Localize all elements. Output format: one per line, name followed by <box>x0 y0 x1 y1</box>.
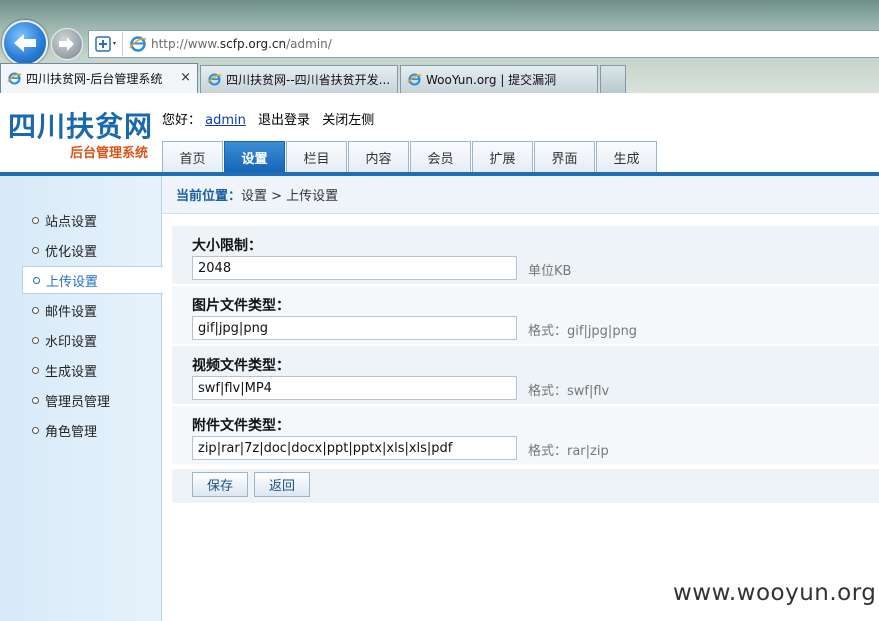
close-tab-icon[interactable]: × <box>180 70 191 85</box>
breadcrumb: 当前位置： 设置 > 上传设置 <box>162 176 879 214</box>
nav-tab-content[interactable]: 内容 <box>348 141 409 172</box>
nav-tab-extensions[interactable]: 扩展 <box>472 141 533 172</box>
form-actions: 保存 返回 <box>172 469 879 503</box>
browser-tab-wooyun[interactable]: WooYun.org | 提交漏洞 <box>400 65 598 93</box>
attachment-types-input[interactable] <box>192 436 517 460</box>
url-text[interactable]: http://www.scfp.org.cn/admin/ <box>151 37 332 51</box>
form-row-size-limit: 大小限制： 单位KB <box>172 226 879 285</box>
sidebar-item-label: 管理员管理 <box>45 394 111 410</box>
sidebar-item-role-management[interactable]: 角色管理 <box>22 416 162 444</box>
field-label: 附件文件类型： <box>192 418 290 434</box>
field-hint: 格式：rar|zip <box>528 444 609 459</box>
form-row-image-types: 图片文件类型： 格式：gif|jpg|png <box>172 286 879 345</box>
tab-title: 四川扶贫网--四川省扶贫开发... <box>226 73 391 87</box>
compatibility-view-icon[interactable] <box>91 32 123 56</box>
username-link[interactable]: admin <box>205 113 246 128</box>
close-left-link[interactable]: 关闭左侧 <box>322 113 374 128</box>
nav-tab-columns[interactable]: 栏目 <box>286 141 347 172</box>
arrow-right-icon <box>59 37 74 51</box>
bullet-icon <box>32 396 39 404</box>
nav-tab-interface[interactable]: 界面 <box>534 141 595 172</box>
admin-page: 四川扶贫网 后台管理系统 您好： admin 退出登录 关闭左侧 首页 设置 栏… <box>0 93 879 621</box>
sidebar-item-admin-management[interactable]: 管理员管理 <box>22 386 162 414</box>
field-hint: 单位KB <box>528 264 572 279</box>
bullet-icon <box>32 426 39 434</box>
browser-back-button[interactable] <box>2 20 48 66</box>
sidebar-item-generate-settings[interactable]: 生成设置 <box>22 356 162 384</box>
sidebar-item-label: 生成设置 <box>45 364 98 380</box>
image-types-input[interactable] <box>192 316 517 340</box>
browser-tab-site[interactable]: 四川扶贫网--四川省扶贫开发... <box>200 65 398 93</box>
breadcrumb-path: 设置 > 上传设置 <box>241 189 339 204</box>
sidebar-item-mail-settings[interactable]: 邮件设置 <box>22 296 162 324</box>
sidebar-item-site-settings[interactable]: 站点设置 <box>22 206 162 234</box>
sidebar-item-label: 水印设置 <box>45 334 98 350</box>
sidebar-item-label: 站点设置 <box>45 214 98 230</box>
ie-logo-icon <box>207 73 222 86</box>
new-tab-button[interactable] <box>600 65 626 93</box>
user-bar: 您好： admin 退出登录 关闭左侧 <box>162 109 382 128</box>
video-types-input[interactable] <box>192 376 517 400</box>
arrow-left-icon <box>14 34 36 52</box>
nav-tab-members[interactable]: 会员 <box>410 141 471 172</box>
bullet-icon <box>32 306 39 314</box>
bullet-icon <box>32 366 39 374</box>
browser-tab-strip: 四川扶贫网-后台管理系统 × 四川扶贫网--四川省扶贫开发... WooYun.… <box>0 63 628 93</box>
return-button[interactable]: 返回 <box>254 472 310 497</box>
sidebar-item-label: 角色管理 <box>45 424 98 440</box>
size-limit-input[interactable] <box>192 256 517 280</box>
sidebar-item-upload-settings[interactable]: 上传设置 <box>22 266 163 294</box>
sidebar-item-optimization[interactable]: 优化设置 <box>22 236 162 264</box>
site-logo-subtitle: 后台管理系统 <box>70 146 149 161</box>
save-button[interactable]: 保存 <box>192 472 248 497</box>
ie-logo-icon <box>129 36 147 52</box>
nav-tab-generate[interactable]: 生成 <box>596 141 657 172</box>
bullet-icon <box>32 246 39 254</box>
nav-tab-home[interactable]: 首页 <box>162 141 223 172</box>
watermark-text: www.wooyun.org <box>673 580 877 606</box>
tab-title: WooYun.org | 提交漏洞 <box>426 73 557 87</box>
sidebar-item-label: 优化设置 <box>45 244 98 260</box>
nav-tab-settings[interactable]: 设置 <box>224 141 285 172</box>
field-label: 视频文件类型： <box>192 358 290 374</box>
browser-tab-admin[interactable]: 四川扶贫网-后台管理系统 × <box>0 63 198 93</box>
breadcrumb-label: 当前位置： <box>176 189 242 204</box>
form-row-attachment-types: 附件文件类型： 格式：rar|zip <box>172 406 879 465</box>
sidebar-item-label: 上传设置 <box>46 274 99 290</box>
upload-settings-form: 大小限制： 单位KB 图片文件类型： 格式：gif|jpg|png 视频文件类型… <box>172 226 879 502</box>
ie-logo-icon <box>7 72 22 85</box>
field-label: 大小限制： <box>192 238 262 254</box>
form-row-video-types: 视频文件类型： 格式：swf|flv <box>172 346 879 405</box>
field-hint: 格式：gif|jpg|png <box>528 324 638 339</box>
tab-title: 四川扶贫网-后台管理系统 <box>26 72 163 86</box>
top-navigation: 首页 设置 栏目 内容 会员 扩展 界面 生成 <box>162 141 658 172</box>
sidebar: 站点设置 优化设置 上传设置 邮件设置 水印设置 生成设置 管理员管理 角色管理 <box>0 176 163 621</box>
ie-logo-icon <box>407 73 422 86</box>
greeting-text: 您好： <box>162 113 202 128</box>
bullet-icon <box>32 336 39 344</box>
sidebar-item-label: 邮件设置 <box>45 304 98 320</box>
sidebar-item-watermark-settings[interactable]: 水印设置 <box>22 326 162 354</box>
site-logo-title: 四川扶贫网 <box>8 110 154 143</box>
browser-chrome: http://www.scfp.org.cn/admin/ 四川扶贫网-后台管理… <box>0 0 879 93</box>
browser-forward-button[interactable] <box>51 28 83 60</box>
address-bar[interactable]: http://www.scfp.org.cn/admin/ <box>88 30 879 58</box>
logout-link[interactable]: 退出登录 <box>258 113 310 128</box>
field-label: 图片文件类型： <box>192 298 290 314</box>
field-hint: 格式：swf|flv <box>528 384 610 399</box>
bullet-icon <box>32 216 39 224</box>
bullet-icon <box>33 276 40 284</box>
